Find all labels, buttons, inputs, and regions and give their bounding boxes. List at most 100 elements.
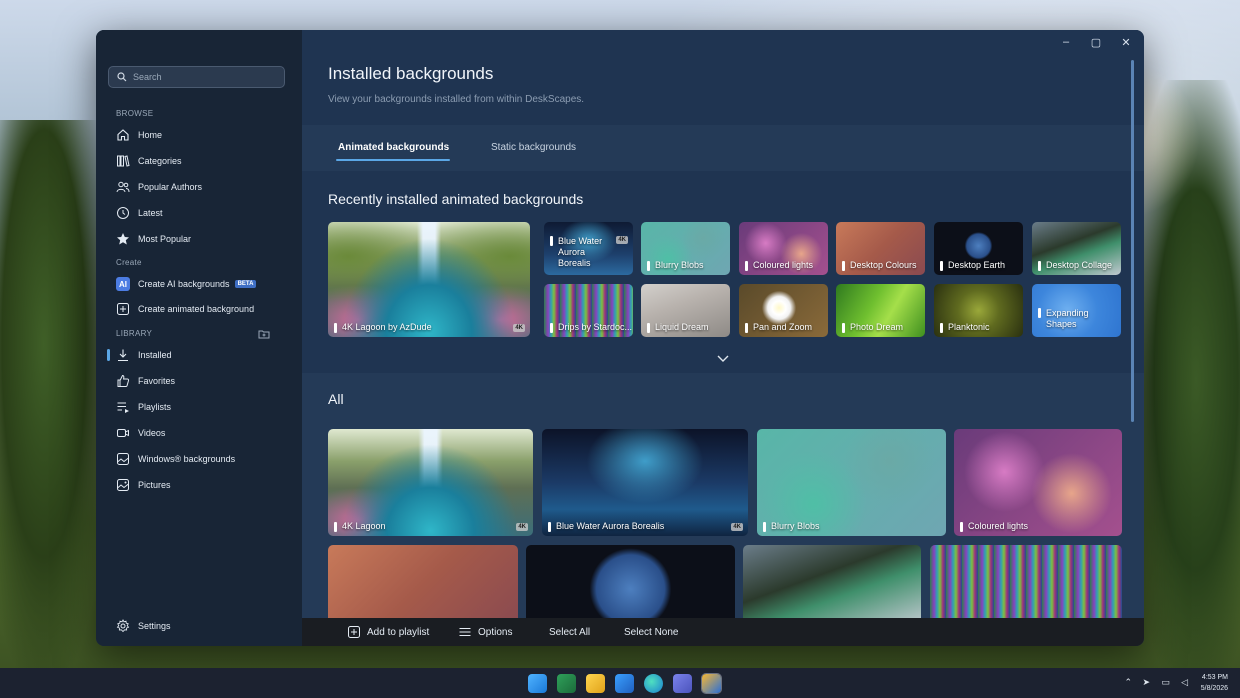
- tab-static-backgrounds[interactable]: Static backgrounds: [491, 142, 576, 153]
- recent-tile[interactable]: Pan and Zoom: [739, 284, 828, 337]
- recent-tile[interactable]: Desktop Colours: [836, 222, 925, 275]
- folder-icon[interactable]: [258, 329, 270, 339]
- page-subtitle: View your backgrounds installed from wit…: [328, 94, 585, 105]
- download-icon: [116, 348, 130, 362]
- minimize-button[interactable]: –: [1058, 36, 1074, 49]
- all-tile-desktop-earth[interactable]: [526, 545, 735, 625]
- 4k-badge: 4K: [616, 236, 628, 244]
- tab-animated-backgrounds[interactable]: Animated backgrounds: [338, 142, 449, 153]
- search-input[interactable]: Search: [108, 66, 285, 88]
- recent-tile[interactable]: Coloured lights: [739, 222, 828, 275]
- taskbar: ⌃ ➤ ▭ ◁ 4:53 PM 5/8/2026: [0, 668, 1240, 698]
- all-tile-desktop-colours[interactable]: [328, 545, 518, 625]
- sidebar-item-playlists[interactable]: Playlists: [104, 396, 294, 418]
- select-none-button[interactable]: Select None: [624, 627, 678, 638]
- file-explorer-icon[interactable]: [586, 674, 605, 693]
- vertical-scrollbar[interactable]: [1131, 60, 1134, 422]
- volume-icon[interactable]: ◁: [1181, 677, 1188, 688]
- tile-label: Desktop Colours: [842, 260, 917, 271]
- browse-section-label: BROWSE: [116, 109, 154, 118]
- sidebar-item-label: Popular Authors: [138, 182, 203, 192]
- sidebar-item-latest[interactable]: Latest: [104, 202, 294, 224]
- people-icon: [116, 180, 130, 194]
- tile-label: Desktop Collage: [1038, 260, 1112, 271]
- all-tile[interactable]: Coloured lights: [954, 429, 1122, 536]
- beta-badge: BETA: [234, 280, 257, 288]
- home-icon: [116, 128, 130, 142]
- sidebar-item-create-animated[interactable]: Create animated background: [104, 298, 294, 320]
- recent-tile[interactable]: Photo Dream: [836, 284, 925, 337]
- star-icon: [116, 232, 130, 246]
- sidebar-item-windows-backgrounds[interactable]: Windows® backgrounds: [104, 448, 294, 470]
- 4k-badge: 4K: [513, 324, 525, 332]
- all-tile-desktop-collage[interactable]: [743, 545, 921, 625]
- recent-tile[interactable]: Liquid Dream: [641, 284, 730, 337]
- recent-tile[interactable]: Blurry Blobs: [641, 222, 730, 275]
- clock-icon: [116, 206, 130, 220]
- thumbs-up-icon: [116, 374, 130, 388]
- recent-tile[interactable]: Drips by Stardoc...: [544, 284, 633, 337]
- recent-tile[interactable]: Blue Water Aurora Borealis 4K: [544, 222, 633, 275]
- sidebar-item-label: Latest: [138, 208, 163, 218]
- sidebar-item-label: Favorites: [138, 376, 176, 386]
- picture-icon: [116, 478, 130, 492]
- gear-icon: [116, 619, 130, 633]
- deskscapes-icon[interactable]: [701, 673, 722, 694]
- tile-label: Blue Water Aurora Borealis: [548, 521, 664, 532]
- sidebar-item-popular-authors[interactable]: Popular Authors: [104, 176, 294, 198]
- all-section-title: All: [328, 391, 344, 407]
- add-to-playlist-button[interactable]: Add to playlist: [347, 625, 429, 639]
- create-section-label: Create: [116, 258, 142, 267]
- app-icon[interactable]: [557, 674, 576, 693]
- sidebar-item-installed[interactable]: Installed: [104, 344, 294, 366]
- deskscapes-window: Search BROWSE Home Categories Popular Au…: [96, 30, 1144, 646]
- all-tile[interactable]: Blue Water Aurora Borealis 4K: [542, 429, 748, 536]
- add-playlist-icon: [348, 626, 360, 638]
- sidebar-item-favorites[interactable]: Favorites: [104, 370, 294, 392]
- tile-label: Desktop Earth: [940, 260, 1005, 271]
- recent-tile[interactable]: Planktonic: [934, 284, 1023, 337]
- sidebar-item-categories[interactable]: Categories: [104, 150, 294, 172]
- main-content: – ▢ ✕ Installed backgrounds View your ba…: [302, 30, 1144, 646]
- tile-label: Drips by Stardoc...: [550, 322, 632, 333]
- recent-tile[interactable]: 4K Lagoon by AzDude 4K: [328, 222, 530, 337]
- recent-tile[interactable]: Desktop Collage: [1032, 222, 1121, 275]
- network-icon[interactable]: ▭: [1161, 677, 1170, 688]
- library-books-icon: [116, 154, 130, 168]
- desktop-scenery-left: [0, 120, 110, 680]
- search-icon: [117, 72, 127, 82]
- sidebar: Search BROWSE Home Categories Popular Au…: [96, 30, 302, 646]
- all-tile[interactable]: 4K Lagoon 4K: [328, 429, 533, 536]
- teams-icon[interactable]: [673, 674, 692, 693]
- sidebar-item-create-ai[interactable]: AI Create AI backgrounds BETA: [104, 273, 294, 295]
- recent-tile[interactable]: Expanding Shapes: [1032, 284, 1121, 337]
- tile-label: Blurry Blobs: [647, 260, 704, 271]
- chevron-up-icon[interactable]: ⌃: [1124, 677, 1132, 688]
- start-icon[interactable]: [528, 674, 547, 693]
- all-section: All 4K Lagoon 4K Blue Water Aurora Borea…: [302, 373, 1144, 625]
- options-button[interactable]: Options: [458, 625, 512, 639]
- sidebar-item-pictures[interactable]: Pictures: [104, 474, 294, 496]
- maximize-button[interactable]: ▢: [1088, 36, 1104, 49]
- mail-icon[interactable]: [615, 674, 634, 693]
- tile-label: 4K Lagoon by AzDude: [334, 322, 432, 333]
- sidebar-item-settings[interactable]: Settings: [104, 615, 294, 637]
- all-tile[interactable]: Blurry Blobs: [757, 429, 946, 536]
- recent-tile[interactable]: Desktop Earth: [934, 222, 1023, 275]
- sidebar-item-home[interactable]: Home: [104, 124, 294, 146]
- tile-label: Pan and Zoom: [745, 322, 812, 333]
- sidebar-item-most-popular[interactable]: Most Popular: [104, 228, 294, 250]
- taskbar-apps: [528, 673, 722, 694]
- clock[interactable]: 4:53 PM 5/8/2026: [1201, 672, 1228, 694]
- image-icon: [116, 452, 130, 466]
- send-icon[interactable]: ➤: [1142, 677, 1150, 688]
- edge-icon[interactable]: [644, 674, 663, 693]
- video-camera-icon: [116, 426, 130, 440]
- sidebar-item-videos[interactable]: Videos: [104, 422, 294, 444]
- chevron-down-icon[interactable]: [716, 353, 730, 363]
- recent-section-title: Recently installed animated backgrounds: [328, 191, 584, 207]
- select-all-button[interactable]: Select All: [549, 627, 590, 638]
- sidebar-item-label: Videos: [138, 428, 166, 438]
- all-tile-drips[interactable]: [930, 545, 1122, 625]
- close-button[interactable]: ✕: [1118, 36, 1134, 49]
